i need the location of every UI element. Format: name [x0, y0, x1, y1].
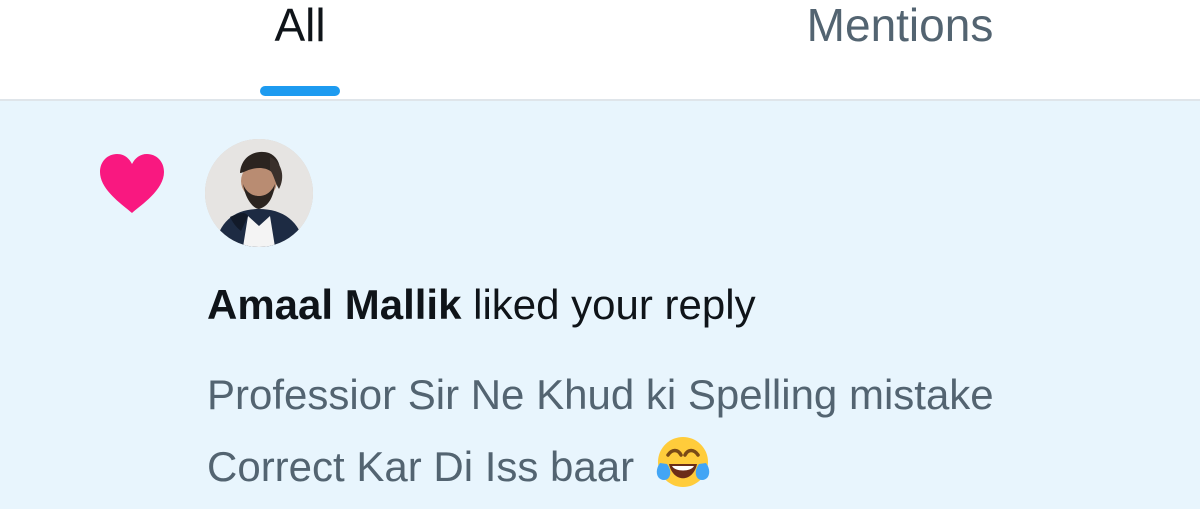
active-tab-indicator: [260, 86, 340, 96]
reply-preview-text: Professior Sir Ne Khud ki Spelling mista…: [207, 371, 994, 490]
tab-mentions[interactable]: Mentions: [760, 0, 1040, 99]
like-notification[interactable]: Amaal Mallik liked your reply Professior…: [0, 101, 1200, 509]
tab-mentions-label: Mentions: [806, 0, 994, 51]
reply-preview: Professior Sir Ne Khud ki Spelling mista…: [207, 359, 1027, 503]
heart-icon: [100, 154, 164, 213]
face-with-tears-of-joy-icon: [656, 437, 710, 487]
avatar[interactable]: [205, 139, 313, 247]
tab-all-label: All: [274, 0, 326, 51]
notification-tabs: All Mentions: [0, 0, 1200, 101]
notification-headline: Amaal Mallik liked your reply: [207, 281, 756, 329]
actor-name[interactable]: Amaal Mallik: [207, 281, 461, 328]
tab-all[interactable]: All: [180, 0, 420, 99]
action-text: liked your reply: [473, 281, 756, 328]
